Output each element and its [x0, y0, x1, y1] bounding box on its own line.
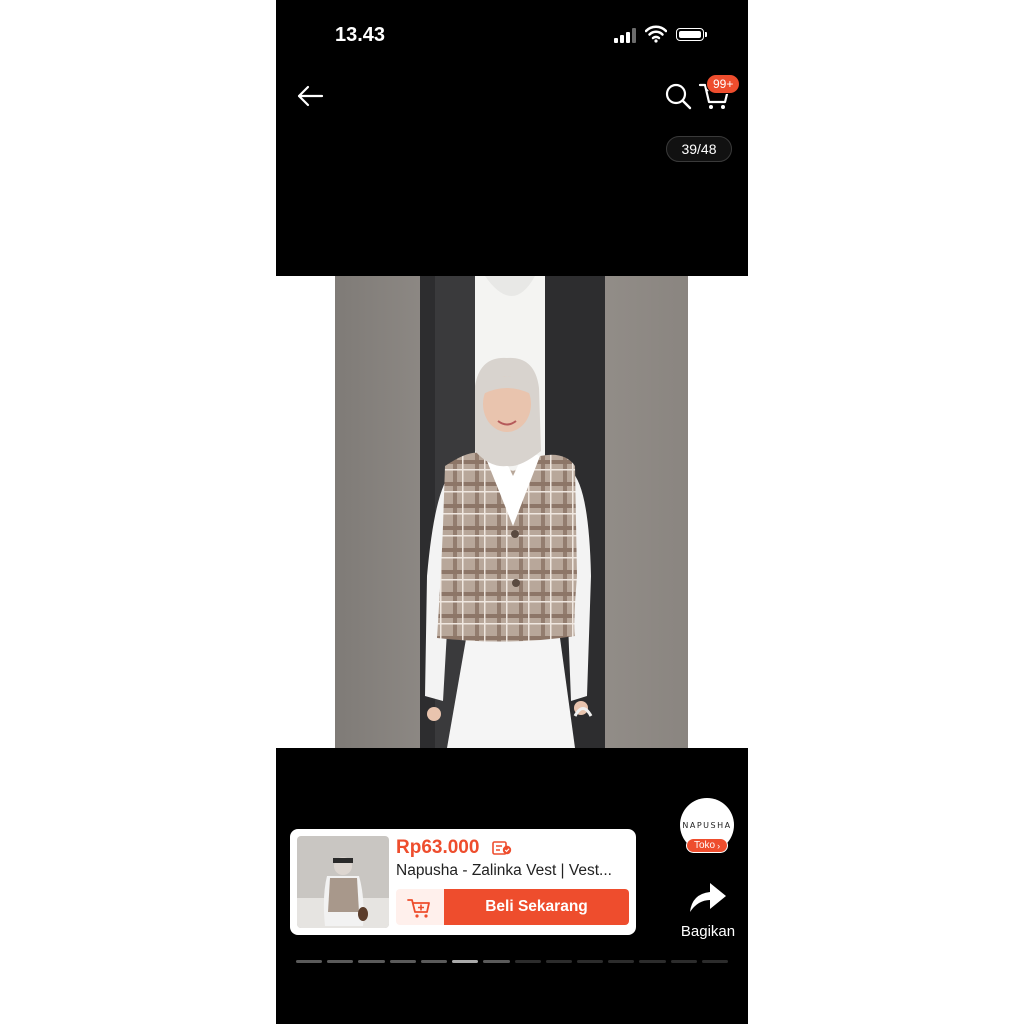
progress-segment — [701, 960, 729, 963]
progress-segment — [545, 960, 572, 963]
product-name[interactable]: Napusha - Zalinka Vest | Vest... — [396, 862, 628, 880]
share-arrow-icon[interactable] — [686, 878, 728, 916]
progress-segment — [608, 960, 635, 963]
shop-badge-label: Toko — [693, 840, 716, 851]
progress-segment — [576, 960, 604, 963]
product-photo[interactable] — [335, 276, 688, 748]
product-price: Rp63.000 — [396, 837, 480, 858]
progress-segment — [420, 960, 448, 963]
wifi-icon — [645, 25, 667, 43]
progress-segment — [639, 960, 666, 963]
progress-segment — [296, 960, 323, 963]
product-card[interactable]: Rp63.000 Napusha - Zalinka Vest | Vest..… — [290, 829, 636, 935]
progress-segment — [327, 960, 354, 963]
image-counter: 39/48 — [666, 136, 732, 162]
share-label[interactable]: Bagikan — [673, 923, 743, 940]
add-to-cart-icon — [407, 899, 430, 918]
cart-count-badge: 99+ — [706, 74, 741, 94]
buy-now-button[interactable]: Beli Sekarang — [444, 889, 629, 925]
battery-icon — [676, 28, 707, 41]
back-arrow-icon[interactable] — [294, 80, 326, 112]
search-icon[interactable] — [664, 82, 692, 110]
product-thumbnail[interactable] — [297, 836, 389, 928]
product-media-viewer: 13.43 99+ 39/48 Rp63.000 Napusha - Zalin… — [276, 0, 748, 1024]
cellular-signal-icon — [614, 28, 638, 43]
gallery-progress-indicator — [296, 960, 729, 963]
chevron-right-icon: › — [717, 840, 721, 851]
status-time: 13.43 — [335, 24, 386, 46]
voucher-icon — [492, 841, 512, 855]
progress-segment — [514, 960, 541, 963]
progress-segment — [670, 960, 697, 963]
progress-segment — [389, 960, 416, 963]
progress-segment — [483, 960, 510, 963]
progress-segment — [358, 960, 385, 963]
product-image-frame — [276, 276, 748, 748]
shop-logo-text: NAPUSHA — [682, 820, 732, 830]
shop-badge[interactable]: Toko › — [686, 838, 728, 853]
progress-segment-current — [452, 960, 479, 963]
add-to-cart-button[interactable] — [396, 889, 444, 925]
